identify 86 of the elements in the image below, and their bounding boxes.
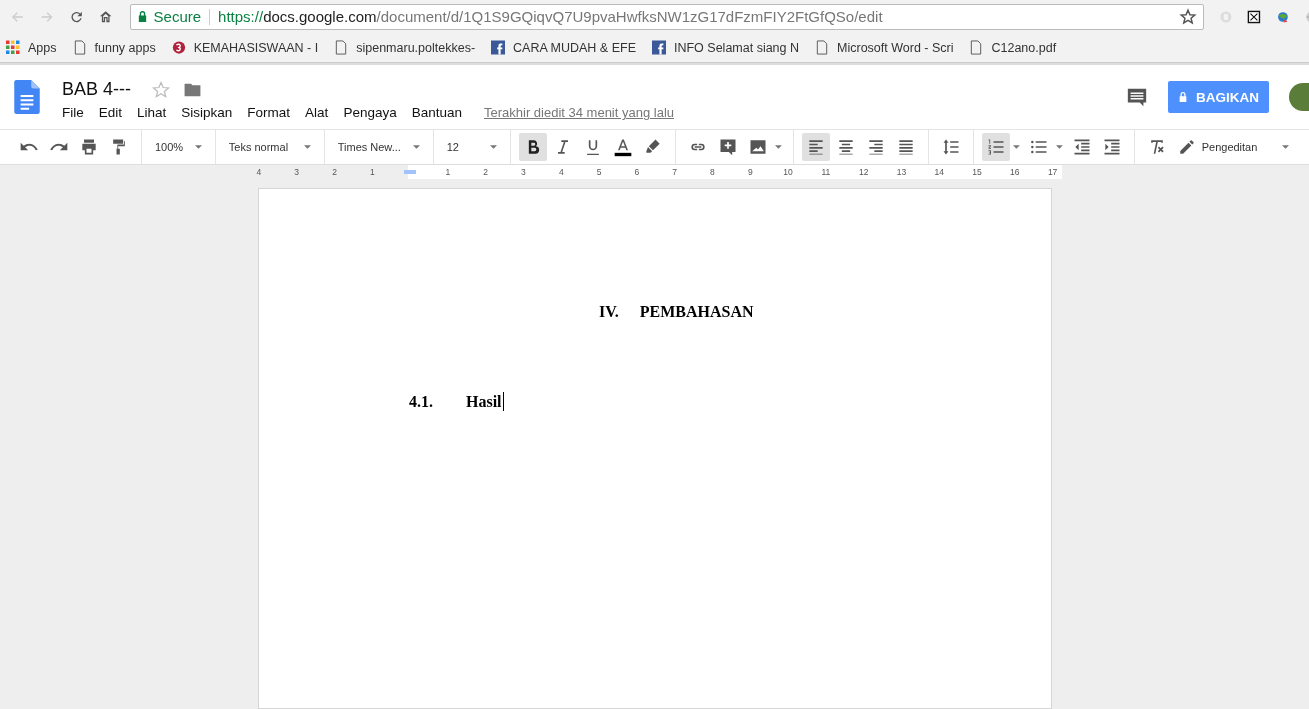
lock-icon [136,10,148,23]
page-icon [72,40,87,55]
ruler-number: 2 [332,167,337,177]
ruler-number: 15 [972,167,982,177]
dropdown[interactable]: Teks normal [222,133,317,161]
comments-icon[interactable] [1126,86,1148,108]
ruler-number: 4 [558,167,564,177]
ruler-number: 8 [710,167,715,177]
ruler-number: 1 [369,167,375,177]
caret-icon [1281,145,1289,149]
ruler-number: 11 [821,167,831,177]
bookmark[interactable]: funny apps [72,40,156,55]
caret-icon[interactable] [1013,145,1020,149]
ruler-number: 3 [294,167,300,177]
section-number: 4.1. [409,392,434,411]
line-spacing-icon [941,137,962,157]
ruler-number: 14 [934,167,944,177]
page-icon [815,40,830,55]
caret-icon[interactable] [1055,145,1063,149]
last-edit-link[interactable]: Terakhir diedit 34 menit yang lalu [483,105,675,120]
menu-item[interactable]: Alat [305,105,329,120]
numbered-list-button[interactable] [982,133,1011,161]
bookmark[interactable]: Microsoft Word - Scri [815,40,954,55]
ruler-number: 13 [896,167,907,177]
section-heading: Hasil [466,392,502,411]
caret-icon [412,145,420,149]
menu-item[interactable]: Edit [98,105,123,120]
ruler-number: 3 [521,167,526,177]
avatar[interactable] [1289,83,1309,111]
numbered-list-icon [986,137,1007,157]
menu-item[interactable]: Pengaya [343,105,397,120]
page-icon [334,40,349,55]
caret-icon [303,145,311,149]
ruler-number: 7 [672,167,678,177]
bookmark[interactable]: CARA MUDAH & EFE [491,40,636,55]
address-bar[interactable]: Secure https://docs.google.com/document/d/1Q1S9GQiqvQ7U9pvaHwfksNW1zG17dFzmFIY2FtGfQSo/edit [129,3,1204,30]
lock-icon [1178,91,1188,103]
indent-marker[interactable] [404,170,417,174]
menu-item[interactable]: File [62,105,84,120]
caret-icon [194,145,202,149]
print-icon [79,137,99,157]
page-icon [969,40,984,55]
ruler-number: 6 [634,167,640,177]
ruler-number: 9 [747,167,753,177]
facebook-icon [491,40,506,55]
heading: PEMBAHASAN [639,303,754,321]
document-title[interactable]: BAB 4--- [62,79,131,100]
align-left-button[interactable] [802,133,831,161]
mode-dropdown[interactable]: Pengeditan [1171,137,1295,157]
dropdown[interactable]: Times New... [331,133,426,161]
dropdown[interactable]: 12 [440,133,504,161]
ruler-number: 10 [783,167,793,177]
document-logo-icon[interactable] [14,80,40,114]
bookmark[interactable]: sipenmaru.poltekkes- [334,40,476,55]
document-page[interactable]: IV. PEMBAHASAN 4.1. Hasil [258,188,1052,709]
star-icon[interactable] [151,79,171,100]
logo-icon [171,40,186,55]
bookmark[interactable]: KEMAHASISWAAN - I [171,40,319,55]
ruler-number: 2 [483,167,489,177]
menu-item[interactable]: Sisipkan [181,105,233,120]
ruler-number: 4 [256,167,262,177]
bold-button[interactable] [519,133,548,161]
ruler-number: 12 [858,167,869,177]
star-icon[interactable] [1178,7,1197,26]
ruler-number: 5 [596,167,602,177]
bookmark[interactable]: INFO Selamat siang N [652,40,800,55]
add-comment-icon [718,137,739,157]
text-color-icon [613,137,634,157]
heading-number: IV. [599,303,619,321]
bookmark[interactable]: C12ano.pdf [969,40,1057,55]
bookmark[interactable]: Apps [6,40,57,55]
menu-item[interactable]: Lihat [137,105,167,120]
image-icon [748,137,769,157]
menu-item[interactable]: Bantuan [411,105,462,120]
caret-icon [490,145,498,149]
menu-item[interactable]: Format [247,105,291,120]
apps-grid-icon [6,40,20,55]
text-cursor [502,392,504,411]
ruler-number: 1 [445,167,451,177]
folder-icon[interactable] [183,81,202,98]
pencil-icon [1177,138,1196,156]
dropdown[interactable]: 100% [148,133,208,161]
ruler-number: 17 [1047,167,1058,177]
ruler-number: 16 [1010,167,1020,177]
facebook-icon [652,40,666,55]
caret-icon[interactable] [775,145,783,149]
